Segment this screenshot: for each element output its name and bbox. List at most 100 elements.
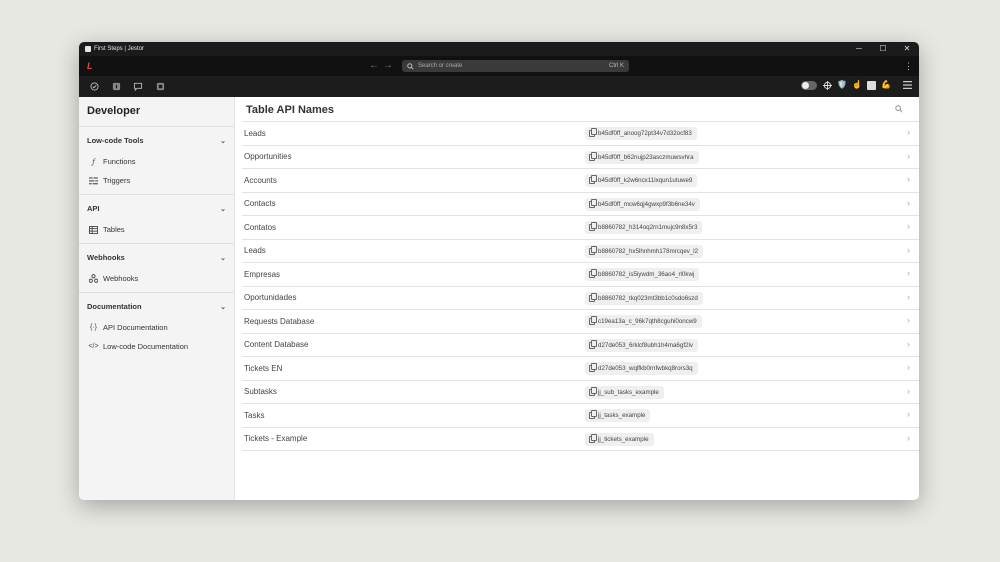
copy-icon[interactable] — [589, 269, 597, 278]
copy-icon[interactable] — [589, 222, 597, 231]
chevron-down-icon[interactable]: ⌄ — [220, 137, 226, 145]
api-name-chip[interactable]: jj_tickets_example — [585, 432, 654, 446]
chevron-down-icon[interactable]: ⌄ — [220, 254, 226, 262]
kebab-menu-icon[interactable]: ⋮ — [904, 59, 913, 73]
copy-icon[interactable] — [589, 363, 597, 372]
maximize-button[interactable]: ☐ — [871, 42, 895, 56]
grid-icon[interactable] — [155, 82, 165, 92]
code-slash-icon: </> — [88, 343, 99, 350]
api-name-chip[interactable]: jj_sub_tasks_example — [585, 385, 664, 399]
copy-icon[interactable] — [589, 433, 597, 443]
chevron-right-icon[interactable]: › — [907, 362, 910, 372]
api-name-chip[interactable]: b8860782_is5iywdm_36ao4_rl0kwj — [585, 268, 700, 281]
table-row[interactable]: Subtasks jj_sub_tasks_example › — [242, 381, 919, 404]
copy-icon[interactable] — [589, 410, 597, 419]
api-name: b8860782_hx5lhnhmh178mrcqev_l2 — [598, 247, 699, 255]
sidebar-item-label: Triggers — [103, 176, 131, 185]
toolbar: 🛡️ ☝️ 💪 — [79, 76, 919, 97]
api-name-chip[interactable]: c19ea13a_c_96k7qth8cguhi0oncw9 — [585, 315, 702, 328]
muscle-icon[interactable]: 💪 — [881, 80, 891, 90]
api-name-chip[interactable]: b8860782_tkq023mt3bb1c0sdo6szd — [585, 291, 703, 305]
table-row[interactable]: Empresas b8860782_is5iywdm_36ao4_rl0kwj › — [242, 263, 919, 287]
copy-icon[interactable] — [589, 316, 597, 325]
forward-arrow-icon[interactable]: → — [383, 60, 393, 71]
api-name-chip[interactable]: d27de053_6rklcf8ubh1h4ma6gf2lv — [585, 338, 698, 352]
sidebar-item-tables[interactable]: Tables — [79, 220, 234, 239]
api-name-chip[interactable]: b45df0ff_anoog72pt34v7d32ocf83 — [585, 127, 697, 140]
sidebar-title: Developer — [87, 105, 141, 117]
table-row[interactable]: Tickets EN d27de053_wqlfkb0rnfwbkq8rors3q… — [242, 357, 919, 381]
check-circle-icon[interactable] — [89, 82, 99, 92]
table-row[interactable]: Requests Database c19ea13a_c_96k7qth8cguh… — [242, 310, 919, 334]
table-row[interactable]: Contatos b8860782_h314oq2rn1mujc9n8x5r3 › — [242, 216, 919, 240]
chevron-down-icon[interactable]: ⌄ — [220, 205, 226, 213]
copy-icon[interactable] — [589, 292, 597, 302]
api-name-chip[interactable]: d27de053_wqlfkb0rnfwbkq8rors3q — [585, 362, 698, 375]
toggle-icon[interactable] — [801, 80, 818, 90]
api-name-chip[interactable]: b8860782_h314oq2rn1mujc9n8x5r3 — [585, 221, 703, 234]
target-icon[interactable] — [822, 80, 832, 90]
jestor-logo[interactable]: L — [87, 61, 93, 71]
section-header-low-code-tools[interactable]: Low-code Tools ⌄ — [79, 135, 234, 146]
api-name-chip[interactable]: b45df0ff_mcw6qj4gwxp9f3b6ne34v — [585, 197, 700, 211]
copy-icon[interactable] — [589, 128, 597, 137]
chevron-right-icon[interactable]: › — [907, 151, 910, 161]
table-row[interactable]: Tickets - Example jj_tickets_example › — [242, 428, 919, 451]
api-name: b45df0ff_mcw6qj4gwxp9f3b6ne34v — [598, 200, 695, 208]
chevron-right-icon[interactable]: › — [907, 339, 910, 349]
table-name: Tickets - Example — [244, 434, 308, 444]
table-row[interactable]: Accounts b45df0ff_k2w6ncx11lxqun1utuwe9 › — [242, 169, 919, 193]
chevron-right-icon[interactable]: › — [907, 292, 910, 302]
table-row[interactable]: Leads b45df0ff_anoog72pt34v7d32ocf83 › — [242, 122, 919, 146]
api-name-chip[interactable]: jj_tasks_example — [585, 409, 651, 422]
copy-icon[interactable] — [589, 198, 597, 208]
chevron-right-icon[interactable]: › — [907, 433, 910, 443]
chevron-right-icon[interactable]: › — [907, 198, 910, 208]
minimize-button[interactable]: ─ — [847, 42, 871, 56]
square-icon[interactable] — [867, 80, 877, 90]
search-input[interactable]: Search or create Ctrl K — [402, 60, 629, 72]
table-row[interactable]: Contacts b45df0ff_mcw6qj4gwxp9f3b6ne34v › — [242, 193, 919, 216]
sidebar-item-triggers[interactable]: Triggers — [79, 171, 234, 190]
hand-icon[interactable]: ☝️ — [852, 80, 862, 90]
table-name: Contacts — [244, 199, 276, 209]
section-header-documentation[interactable]: Documentation ⌄ — [79, 301, 234, 312]
chevron-right-icon[interactable]: › — [907, 268, 910, 278]
sidebar-item-webhooks[interactable]: Webhooks — [79, 269, 234, 288]
copy-icon[interactable] — [589, 339, 597, 349]
shield-icon[interactable]: 🛡️ — [837, 80, 847, 90]
copy-icon[interactable] — [589, 245, 597, 255]
api-name-chip[interactable]: b45df0ff_b62nujp23asczmuwsvhra — [585, 150, 699, 164]
table-row[interactable]: Leads b8860782_hx5lhnhmh178mrcqev_l2 › — [242, 240, 919, 263]
sidebar-item-low-code-documentation[interactable]: </> Low-code Documentation — [79, 337, 234, 356]
chevron-right-icon[interactable]: › — [907, 174, 910, 184]
copy-icon[interactable] — [589, 386, 597, 396]
badge-icon[interactable] — [111, 82, 121, 92]
chevron-right-icon[interactable]: › — [907, 127, 910, 137]
chevron-right-icon[interactable]: › — [907, 245, 910, 255]
copy-icon[interactable] — [589, 151, 597, 161]
table-row[interactable]: Oportunidades b8860782_tkq023mt3bb1c0sdo6… — [242, 287, 919, 310]
chat-icon[interactable] — [133, 82, 143, 92]
sidebar-item-api-documentation[interactable]: {·} API Documentation — [79, 318, 234, 337]
api-name-chip[interactable]: b45df0ff_k2w6ncx11lxqun1utuwe9 — [585, 174, 698, 187]
chevron-right-icon[interactable]: › — [907, 315, 910, 325]
close-button[interactable]: ✕ — [895, 42, 919, 56]
chevron-right-icon[interactable]: › — [907, 386, 910, 396]
table-row[interactable]: Tasks jj_tasks_example › — [242, 404, 919, 428]
list-icon[interactable] — [902, 80, 912, 90]
section-header-api[interactable]: API ⌄ — [79, 203, 234, 214]
api-name: d27de053_wqlfkb0rnfwbkq8rors3q — [598, 365, 693, 372]
section-header-webhooks[interactable]: Webhooks ⌄ — [79, 252, 234, 263]
sidebar-item-functions[interactable]: ƒ Functions — [79, 152, 234, 171]
api-name-chip[interactable]: b8860782_hx5lhnhmh178mrcqev_l2 — [585, 244, 704, 258]
table-name: Tickets EN — [244, 363, 283, 373]
table-row[interactable]: Content Database d27de053_6rklcf8ubh1h4ma… — [242, 334, 919, 357]
chevron-down-icon[interactable]: ⌄ — [220, 303, 226, 311]
search-icon[interactable] — [895, 105, 903, 115]
table-row[interactable]: Opportunities b45df0ff_b62nujp23asczmuwsv… — [242, 146, 919, 169]
chevron-right-icon[interactable]: › — [907, 221, 910, 231]
back-arrow-icon[interactable]: ← — [369, 60, 379, 71]
copy-icon[interactable] — [589, 175, 597, 184]
chevron-right-icon[interactable]: › — [907, 409, 910, 419]
